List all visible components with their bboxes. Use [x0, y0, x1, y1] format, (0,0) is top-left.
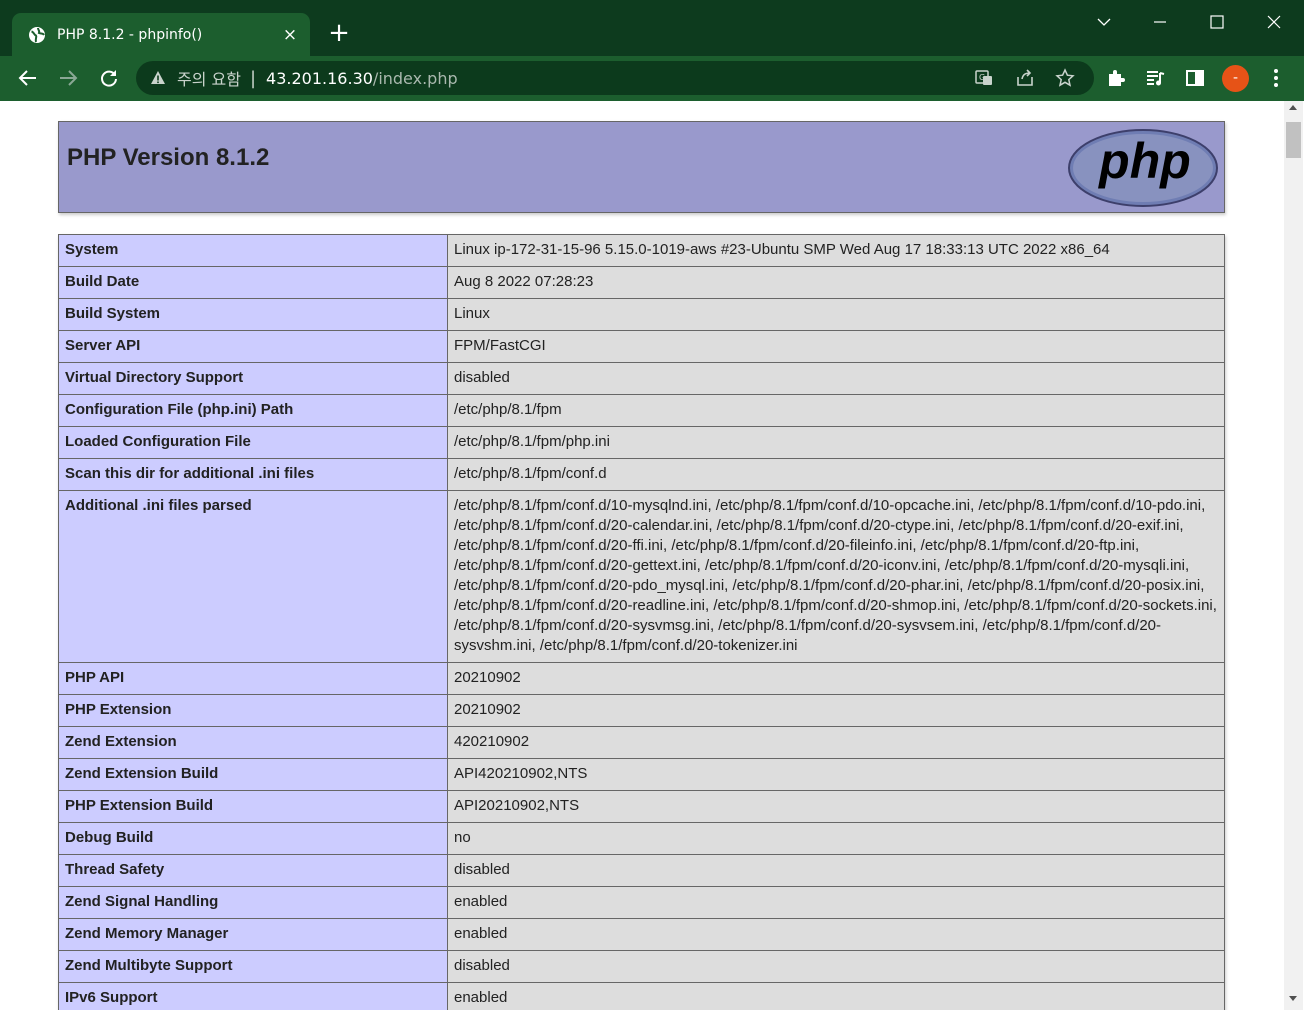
php-logo[interactable]: php — [1067, 128, 1219, 208]
row-value: 420210902 — [447, 726, 1225, 759]
new-tab-button[interactable]: + — [325, 20, 353, 48]
phpinfo-table: System Linux ip-172-31-15-96 5.15.0-1019-… — [58, 234, 1225, 1010]
row-value: /etc/php/8.1/fpm — [447, 394, 1225, 427]
translate-icon[interactable]: G — [972, 66, 996, 90]
row-key: Server API — [58, 330, 448, 363]
table-row: PHP Extension Build API20210902,NTS — [58, 790, 1225, 823]
table-row: Server API FPM/FastCGI — [58, 330, 1225, 363]
table-row: IPv6 Support enabled — [58, 982, 1225, 1010]
row-value: disabled — [447, 950, 1225, 983]
scroll-down-arrow-icon[interactable] — [1289, 996, 1297, 1001]
minimize-icon[interactable] — [1146, 10, 1174, 34]
svg-text:G: G — [979, 73, 985, 82]
row-value: Aug 8 2022 07:28:23 — [447, 266, 1225, 299]
table-row: Zend Signal Handling enabled — [58, 886, 1225, 919]
row-key: Zend Memory Manager — [58, 918, 448, 951]
table-row: Zend Extension Build API420210902,NTS — [58, 758, 1225, 791]
table-row: Additional .ini files parsed/etc/php/8.1… — [58, 490, 1225, 663]
row-key: PHP Extension — [58, 694, 448, 727]
table-row: System Linux ip-172-31-15-96 5.15.0-1019-… — [58, 234, 1225, 267]
row-value: enabled — [447, 918, 1225, 951]
row-key: Zend Signal Handling — [58, 886, 448, 919]
table-row: Thread Safety disabled — [58, 854, 1225, 887]
row-value: FPM/FastCGI — [447, 330, 1225, 363]
row-value: /etc/php/8.1/fpm/conf.d — [447, 458, 1225, 491]
row-value: 20210902 — [447, 662, 1225, 695]
row-key: Virtual Directory Support — [58, 362, 448, 395]
security-status-label[interactable]: 주의 요함 — [177, 66, 241, 90]
tab-title: PHP 8.1.2 - phpinfo() — [57, 26, 203, 43]
scroll-up-arrow-icon[interactable] — [1289, 105, 1297, 110]
extensions-puzzle-icon[interactable] — [1104, 66, 1128, 90]
row-key: Zend Multibyte Support — [58, 950, 448, 983]
vertical-scrollbar[interactable] — [1284, 101, 1303, 1010]
table-row: Virtual Directory Support disabled — [58, 362, 1225, 395]
table-row: PHP Extension 20210902 — [58, 694, 1225, 727]
page-viewport: PHP Version 8.1.2 php System Linux ip-172… — [1, 101, 1284, 1010]
chevron-down-icon[interactable] — [1090, 10, 1118, 34]
row-key: Build System — [58, 298, 448, 331]
row-key: System — [58, 234, 448, 267]
row-key: Additional .ini files parsed — [58, 490, 448, 663]
row-key: IPv6 Support — [58, 982, 448, 1010]
row-key: Zend Extension — [58, 726, 448, 759]
browser-toolbar: 주의 요함 | 43.201.16.30 /index.php G - — [0, 56, 1304, 101]
close-icon[interactable] — [1260, 10, 1288, 34]
scrollbar-thumb[interactable] — [1286, 122, 1301, 158]
table-row: Zend Extension 420210902 — [58, 726, 1225, 759]
row-key: Build Date — [58, 266, 448, 299]
row-value: API420210902,NTS — [447, 758, 1225, 791]
reload-icon[interactable] — [97, 66, 121, 90]
bookmark-star-icon[interactable] — [1053, 66, 1077, 90]
maximize-icon[interactable] — [1203, 10, 1231, 34]
url-separator: | — [249, 67, 257, 89]
row-key: PHP Extension Build — [58, 790, 448, 823]
globe-icon — [28, 26, 46, 44]
media-playlist-icon[interactable] — [1143, 66, 1167, 90]
address-bar[interactable]: 주의 요함 | 43.201.16.30 /index.php G — [136, 61, 1094, 95]
table-row: Build Date Aug 8 2022 07:28:23 — [58, 266, 1225, 299]
profile-avatar[interactable]: - — [1222, 65, 1249, 92]
url-path: /index.php — [372, 68, 458, 88]
row-value: /etc/php/8.1/fpm/php.ini — [447, 426, 1225, 459]
row-value: enabled — [447, 886, 1225, 919]
row-key: Loaded Configuration File — [58, 426, 448, 459]
back-icon[interactable] — [16, 66, 40, 90]
phpinfo-header: PHP Version 8.1.2 php — [58, 121, 1225, 213]
php-version-title: PHP Version 8.1.2 — [67, 144, 270, 171]
warning-icon[interactable] — [150, 70, 166, 86]
kebab-menu-icon[interactable] — [1264, 66, 1288, 90]
side-panel-icon[interactable] — [1183, 66, 1207, 90]
table-row: Zend Memory Manager enabled — [58, 918, 1225, 951]
table-row: PHP API 20210902 — [58, 662, 1225, 695]
tab-close-icon[interactable]: × — [282, 25, 298, 45]
forward-icon[interactable] — [56, 66, 80, 90]
share-icon[interactable] — [1013, 66, 1037, 90]
row-value: /etc/php/8.1/fpm/conf.d/10-mysqlnd.ini, … — [447, 490, 1225, 663]
row-key: Zend Extension Build — [58, 758, 448, 791]
row-value: disabled — [447, 854, 1225, 887]
row-value: Linux ip-172-31-15-96 5.15.0-1019-aws #2… — [447, 234, 1225, 267]
url-host: 43.201.16.30 — [266, 68, 373, 88]
php-logo-text: php — [1097, 133, 1191, 189]
table-row: Debug Build no — [58, 822, 1225, 855]
table-row: Scan this dir for additional .ini files /… — [58, 458, 1225, 491]
row-key: PHP API — [58, 662, 448, 695]
row-value: API20210902,NTS — [447, 790, 1225, 823]
row-value: no — [447, 822, 1225, 855]
table-row: Zend Multibyte Support disabled — [58, 950, 1225, 983]
row-key: Thread Safety — [58, 854, 448, 887]
row-key: Configuration File (php.ini) Path — [58, 394, 448, 427]
row-value: disabled — [447, 362, 1225, 395]
row-value: Linux — [447, 298, 1225, 331]
row-value: 20210902 — [447, 694, 1225, 727]
row-value: enabled — [447, 982, 1225, 1010]
browser-tab[interactable]: PHP 8.1.2 - phpinfo() × — [12, 13, 310, 56]
row-key: Scan this dir for additional .ini files — [58, 458, 448, 491]
row-key: Debug Build — [58, 822, 448, 855]
table-row: Loaded Configuration File/etc/php/8.1/fp… — [58, 426, 1225, 459]
table-row: Configuration File (php.ini) Path/etc/ph… — [58, 394, 1225, 427]
browser-titlebar: PHP 8.1.2 - phpinfo() × + — [0, 0, 1304, 56]
table-row: Build System Linux — [58, 298, 1225, 331]
